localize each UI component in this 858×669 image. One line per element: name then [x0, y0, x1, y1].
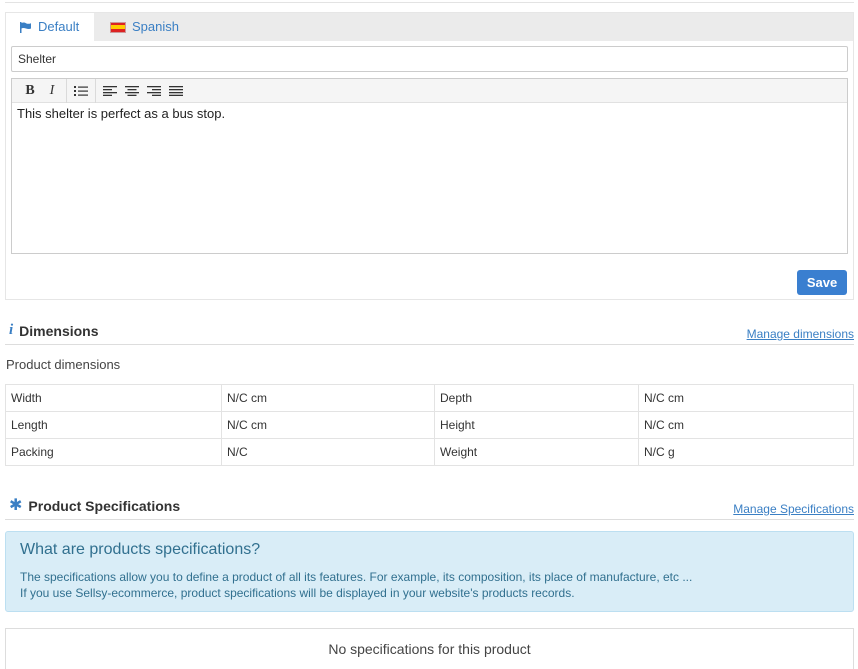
- save-button[interactable]: Save: [797, 270, 847, 295]
- dimension-value: N/C cm: [221, 384, 435, 412]
- table-row: Packing N/C Weight N/C g: [5, 438, 854, 466]
- bulleted-list-icon[interactable]: [70, 81, 92, 101]
- tab-default[interactable]: Default: [6, 13, 94, 41]
- dimensions-title: i Dimensions: [9, 322, 99, 339]
- info-box-title: What are products specifications?: [20, 541, 261, 558]
- asterisk-icon: ✱: [9, 497, 23, 514]
- manage-specifications-link[interactable]: Manage Specifications: [733, 502, 854, 516]
- dimension-value: N/C cm: [221, 411, 435, 439]
- bold-button[interactable]: B: [19, 81, 41, 101]
- dimension-value: N/C cm: [638, 411, 854, 439]
- tab-spanish[interactable]: Spanish: [94, 13, 194, 41]
- dimensions-table: Width N/C cm Depth N/C cm Length N/C cm …: [5, 384, 854, 466]
- empty-specifications-message: No specifications for this product: [5, 628, 854, 669]
- justify-icon[interactable]: [165, 81, 187, 101]
- italic-button[interactable]: I: [41, 81, 63, 101]
- dimension-label: Weight: [434, 438, 639, 466]
- dimension-label: Length: [5, 411, 222, 439]
- dimensions-subtitle: Product dimensions: [6, 357, 121, 372]
- align-center-icon[interactable]: [121, 81, 143, 101]
- tab-bar: Default Spanish: [6, 13, 853, 41]
- tab-default-label: Default: [38, 19, 80, 34]
- specifications-info-box: What are products specifications? The sp…: [5, 531, 854, 612]
- dimensions-header: i Dimensions Manage dimensions: [5, 322, 854, 345]
- specifications-title-text: Product Specifications: [28, 498, 181, 514]
- dimension-value: N/C: [221, 438, 435, 466]
- list-group: [67, 78, 96, 103]
- description-editor: B I This shelter is perfect as a bus sto…: [11, 78, 848, 254]
- table-row: Length N/C cm Height N/C cm: [5, 411, 854, 439]
- info-box-text: The specifications allow you to define a…: [20, 570, 693, 584]
- dimension-label: Height: [434, 411, 639, 439]
- table-row: Width N/C cm Depth N/C cm: [5, 384, 854, 412]
- info-box-text: If you use Sellsy-ecommerce, product spe…: [20, 586, 575, 600]
- specifications-title: ✱ Product Specifications: [9, 497, 181, 515]
- dimension-label: Width: [5, 384, 222, 412]
- info-icon: i: [9, 322, 14, 338]
- manage-dimensions-link[interactable]: Manage dimensions: [747, 327, 854, 341]
- format-group: B I: [16, 78, 67, 103]
- specifications-header: ✱ Product Specifications Manage Specific…: [5, 498, 854, 520]
- tab-spanish-label: Spanish: [132, 19, 179, 34]
- align-right-icon[interactable]: [143, 81, 165, 101]
- dimensions-title-text: Dimensions: [19, 322, 99, 339]
- editor-toolbar: B I: [12, 78, 847, 103]
- dimension-value: N/C g: [638, 438, 854, 466]
- flag-icon: [20, 21, 32, 33]
- top-divider: [5, 2, 854, 3]
- dimension-value: N/C cm: [638, 384, 854, 412]
- spanish-flag-icon: [110, 21, 126, 33]
- align-left-icon[interactable]: [99, 81, 121, 101]
- product-title-input[interactable]: [11, 46, 848, 72]
- language-tabs-panel: Default Spanish B I: [5, 12, 854, 300]
- align-group: [96, 79, 190, 103]
- editor-content[interactable]: This shelter is perfect as a bus stop.: [12, 103, 847, 124]
- dimension-label: Packing: [5, 438, 222, 466]
- dimension-label: Depth: [434, 384, 639, 412]
